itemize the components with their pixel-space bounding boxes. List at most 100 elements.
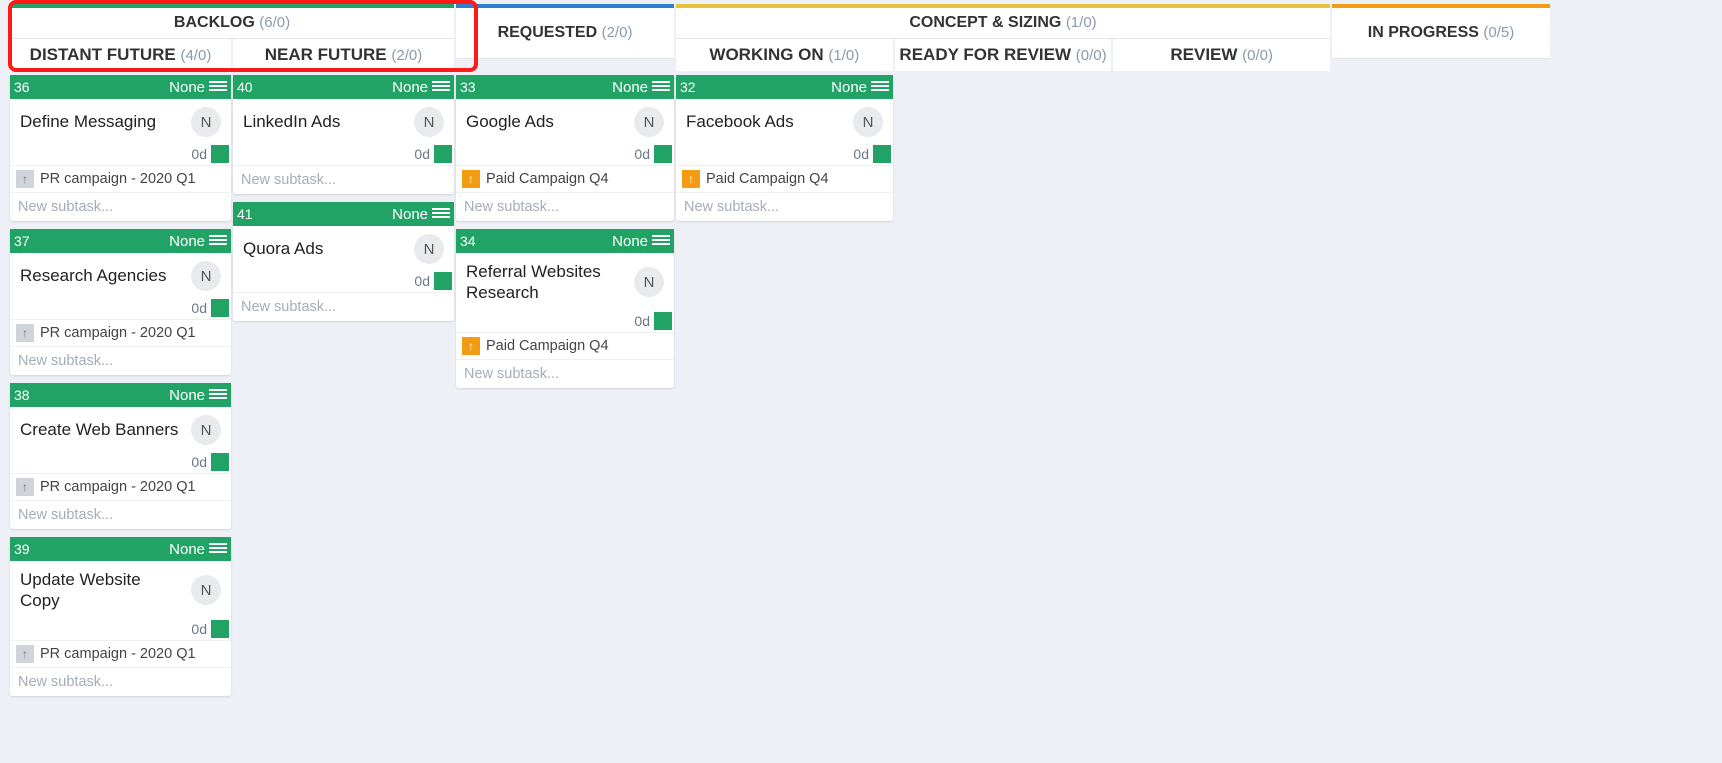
parent-title: PR campaign - 2020 Q1 xyxy=(40,479,196,495)
parent-title: PR campaign - 2020 Q1 xyxy=(40,171,196,187)
card-id: 41 xyxy=(237,206,392,222)
card-duration: 0d xyxy=(191,454,207,470)
avatar[interactable]: N xyxy=(191,575,221,605)
new-subtask-input[interactable]: New subtask... xyxy=(233,165,454,194)
parent-link[interactable]: ↑ PR campaign - 2020 Q1 xyxy=(10,319,231,346)
kanban-card[interactable]: 39NoneUpdate Website CopyN0d↑PR campaign… xyxy=(10,537,231,696)
card-menu-icon[interactable] xyxy=(432,206,450,222)
card-tag: None xyxy=(612,233,648,250)
card-color-chip xyxy=(211,299,229,317)
avatar[interactable]: N xyxy=(634,107,664,137)
card-menu-icon[interactable] xyxy=(871,79,889,95)
card-id: 34 xyxy=(460,233,612,249)
card-tag: None xyxy=(392,206,428,223)
card-title: Update Website Copy xyxy=(20,569,183,612)
kanban-card[interactable]: 37NoneResearch AgenciesN0d↑PR campaign -… xyxy=(10,229,231,375)
avatar[interactable]: N xyxy=(414,107,444,137)
parent-title: Paid Campaign Q4 xyxy=(486,171,609,187)
parent-title: PR campaign - 2020 Q1 xyxy=(40,646,196,662)
parent-link[interactable]: ↑PR campaign - 2020 Q1 xyxy=(10,640,231,667)
card-id: 38 xyxy=(14,387,169,403)
avatar[interactable]: N xyxy=(634,267,664,297)
new-subtask-input[interactable]: New subtask... xyxy=(10,500,231,529)
new-subtask-input[interactable]: New subtask... xyxy=(10,346,231,375)
parent-arrow-icon: ↑ xyxy=(16,478,34,496)
card-title: LinkedIn Ads xyxy=(243,111,406,132)
col-title: IN PROGRESS xyxy=(1368,24,1479,41)
column-requested[interactable]: REQUESTED (2/0) xyxy=(456,4,674,71)
card-tag: None xyxy=(169,541,205,558)
card-tag: None xyxy=(169,79,205,96)
card-duration: 0d xyxy=(634,146,650,162)
card-tag: None xyxy=(392,79,428,96)
card-title: Quora Ads xyxy=(243,238,406,259)
column-backlog[interactable]: BACKLOG (6/0) DISTANT FUTURE (4/0) NEAR … xyxy=(10,4,454,71)
card-id: 32 xyxy=(680,79,831,95)
card-title: Google Ads xyxy=(466,111,626,132)
card-color-chip xyxy=(211,620,229,638)
parent-title: PR campaign - 2020 Q1 xyxy=(40,325,196,341)
parent-link[interactable]: ↑ PR campaign - 2020 Q1 xyxy=(10,165,231,192)
subcol-working-on[interactable]: WORKING ON (1/0) xyxy=(676,39,893,71)
col-title: CONCEPT & SIZING xyxy=(909,14,1061,31)
subcol-distant-future[interactable]: DISTANT FUTURE (4/0) xyxy=(10,39,231,71)
subcol-review[interactable]: REVIEW (0/0) xyxy=(1113,39,1330,71)
card-title: Referral Websites Research xyxy=(466,261,626,304)
col-title: BACKLOG xyxy=(174,14,255,31)
kanban-card[interactable]: 34NoneReferral Websites ResearchN0d↑Paid… xyxy=(456,229,674,388)
card-menu-icon[interactable] xyxy=(209,541,227,557)
card-menu-icon[interactable] xyxy=(209,233,227,249)
card-menu-icon[interactable] xyxy=(432,79,450,95)
parent-link[interactable]: ↑ Paid Campaign Q4 xyxy=(456,165,674,192)
parent-link[interactable]: ↑Paid Campaign Q4 xyxy=(456,332,674,359)
avatar[interactable]: N xyxy=(191,415,221,445)
kanban-card[interactable]: 32NoneFacebook AdsN0d↑Paid Campaign Q4Ne… xyxy=(676,75,893,221)
new-subtask-input[interactable]: New subtask... xyxy=(456,359,674,388)
parent-arrow-icon: ↑ xyxy=(16,324,34,342)
card-duration: 0d xyxy=(191,300,207,316)
subcol-near-future[interactable]: NEAR FUTURE (2/0) xyxy=(233,39,454,71)
kanban-card[interactable]: 38NoneCreate Web BannersN0d↑PR campaign … xyxy=(10,383,231,529)
card-menu-icon[interactable] xyxy=(652,79,670,95)
card-id: 36 xyxy=(14,79,169,95)
parent-title: Paid Campaign Q4 xyxy=(706,171,829,187)
new-subtask-input[interactable]: New subtask... xyxy=(676,192,893,221)
column-concept-sizing[interactable]: CONCEPT & SIZING (1/0) WORKING ON (1/0) … xyxy=(676,4,1330,71)
new-subtask-input[interactable]: New subtask... xyxy=(10,192,231,221)
card-title: Create Web Banners xyxy=(20,419,183,440)
new-subtask-input[interactable]: New subtask... xyxy=(10,667,231,696)
card-duration: 0d xyxy=(414,273,430,289)
avatar[interactable]: N xyxy=(414,234,444,264)
card-menu-icon[interactable] xyxy=(652,233,670,249)
parent-arrow-icon: ↑ xyxy=(16,170,34,188)
column-in-progress[interactable]: IN PROGRESS (0/5) xyxy=(1332,4,1550,71)
kanban-card[interactable]: 33NoneGoogle AdsN0d↑Paid Campaign Q4New … xyxy=(456,75,674,221)
avatar[interactable]: N xyxy=(191,107,221,137)
card-color-chip xyxy=(654,312,672,330)
subcol-ready-for-review[interactable]: READY FOR REVIEW (0/0) xyxy=(895,39,1112,71)
card-color-chip xyxy=(211,453,229,471)
card-color-chip xyxy=(434,145,452,163)
kanban-card[interactable]: 40NoneLinkedIn AdsN0dNew subtask... xyxy=(233,75,454,194)
new-subtask-input[interactable]: New subtask... xyxy=(233,292,454,321)
card-duration: 0d xyxy=(414,146,430,162)
card-title: Define Messaging xyxy=(20,111,183,132)
parent-arrow-icon: ↑ xyxy=(462,170,480,188)
card-color-chip xyxy=(654,145,672,163)
kanban-card[interactable]: 36NoneDefine MessagingN0d↑PR campaign - … xyxy=(10,75,231,221)
parent-link[interactable]: ↑Paid Campaign Q4 xyxy=(676,165,893,192)
col-title: REQUESTED xyxy=(498,24,598,41)
card-id: 33 xyxy=(460,79,612,95)
card-duration: 0d xyxy=(853,146,869,162)
avatar[interactable]: N xyxy=(191,261,221,291)
card-title: Research Agencies xyxy=(20,265,183,286)
card-color-chip xyxy=(873,145,891,163)
parent-link[interactable]: ↑ PR campaign - 2020 Q1 xyxy=(10,473,231,500)
parent-title: Paid Campaign Q4 xyxy=(486,338,609,354)
col-count: (1/0) xyxy=(1066,14,1097,31)
kanban-card[interactable]: 41None Quora Ads N 0d New subtask... xyxy=(233,202,454,321)
card-menu-icon[interactable] xyxy=(209,387,227,403)
avatar[interactable]: N xyxy=(853,107,883,137)
new-subtask-input[interactable]: New subtask... xyxy=(456,192,674,221)
card-menu-icon[interactable] xyxy=(209,79,227,95)
